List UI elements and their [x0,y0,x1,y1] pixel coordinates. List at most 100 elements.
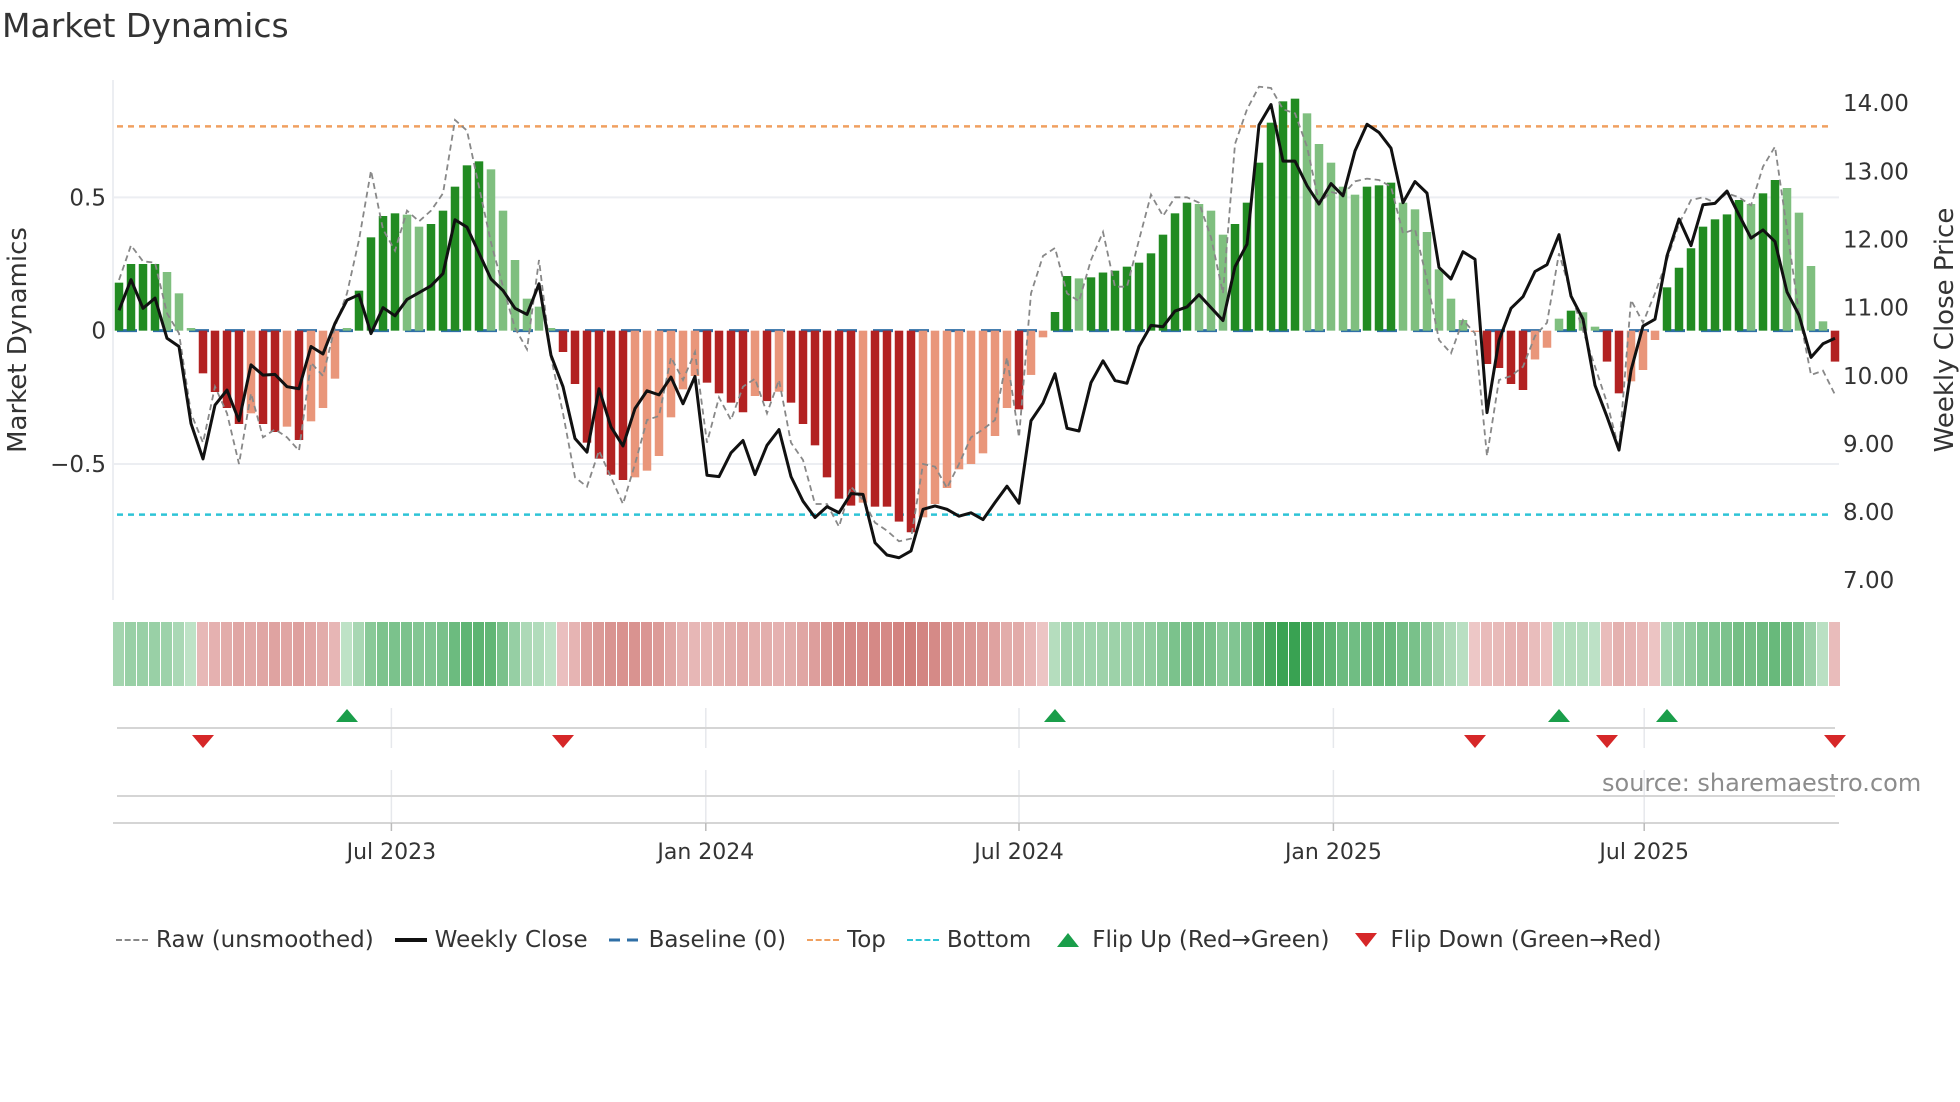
heat-strip-cell [1745,622,1756,686]
heat-strip-cell [245,622,256,686]
heat-strip-cell [173,622,184,686]
heat-strip-cell [1421,622,1432,686]
heat-strip-cell [1721,622,1732,686]
dynamics-bar [1374,185,1384,331]
heat-strip-cell [1649,622,1660,686]
chart-title: Market Dynamics [2,6,289,45]
heat-strip-cell [221,622,232,686]
axes: 0.5 0 −0.5 14.00 13.00 12.00 11.00 10.00 9.00 8.0… [50,91,1909,865]
dynamics-bar [966,330,976,464]
y2-tick-label: 14.00 [1843,91,1909,117]
heat-strip-cell [521,622,532,686]
heat-strip-cell [701,622,712,686]
y2-tick-label: 7.00 [1843,568,1894,594]
heat-strip-cell [689,622,700,686]
dynamics-bar [1830,330,1840,362]
legend-label: Top [847,927,886,953]
dynamics-bar [1554,318,1564,331]
dynamics-bar [1386,182,1396,331]
legend-label: Bottom [946,927,1032,953]
y-tick-label: 0 [91,319,106,345]
heat-strip-cell [593,622,604,686]
heat-strip-cell [125,622,136,686]
heat-strip-cell [317,622,328,686]
y-axis-label: Market Dynamics [3,227,33,453]
heat-strip-cell [1361,622,1372,686]
dynamics-bar [954,330,964,470]
heat-strip-cell [1337,622,1348,686]
flip-down-marker [1596,735,1618,748]
dynamics-bar [786,330,796,403]
heat-strip-cell [845,622,856,686]
dynamics-bar [366,237,376,331]
heat-strip-cell [1289,622,1300,686]
close-line-swatch [394,938,427,942]
dynamics-bar [1014,330,1024,410]
dynamics-bar [210,330,220,392]
legend-label: Weekly Close [434,927,588,953]
heat-strip-cell [725,622,736,686]
dynamics-bar [870,330,880,507]
heat-strip-cell [1133,622,1144,686]
heat-strip-cell [1313,622,1324,686]
dynamics-bar [798,330,808,424]
heat-strip-cell [161,622,172,686]
dynamics-bar [1566,310,1576,331]
dynamics-bar [642,330,652,471]
heat-strip-cell [1781,622,1792,686]
heat-strip-cell [473,622,484,686]
legend-item-raw: Raw (unsmoothed) [116,927,374,953]
heat-strip-cell [1001,622,1012,686]
dynamics-bar [174,293,184,331]
heat-strip [113,622,1840,686]
heat-strip-cell [1817,622,1828,686]
heat-strip-cell [1025,622,1036,686]
heat-strip-cell [929,622,940,686]
dynamics-bar [1722,214,1732,331]
heat-strip-cell [1517,622,1528,686]
dynamics-bar [918,330,928,518]
x-tick-label: Jul 2025 [1597,840,1689,865]
legend-label: Raw (unsmoothed) [156,927,374,953]
baseline-swatch [608,938,641,942]
heat-strip-cell [1121,622,1132,686]
dynamics-bar [1506,330,1516,384]
flip-up-marker [1548,709,1570,722]
legend-item-flip-up: Flip Up (Red→Green) [1052,927,1329,953]
heat-strip-cell [1565,622,1576,686]
heat-strip-cell [497,622,508,686]
heat-strip-cell [893,622,904,686]
heat-strip-cell [1145,622,1156,686]
heat-strip-cell [269,622,280,686]
flip-down-marker [1824,735,1846,748]
heat-strip-cell [1733,622,1744,686]
dynamics-bar [306,330,316,422]
heat-strip-cell [761,622,772,686]
dynamics-bar [726,330,736,403]
dynamics-bar [450,186,460,331]
heat-strip-cell [1469,622,1480,686]
dynamics-bar [282,330,292,427]
dynamics-bar [1674,267,1684,331]
dynamics-bar [1518,330,1528,390]
heat-strip-cell [377,622,388,686]
dynamics-bar [570,330,580,384]
heat-strip-cell [1769,622,1780,686]
flip-down-marker [1464,735,1486,748]
dynamics-bar [606,330,616,475]
dynamics-bar [978,330,988,454]
dynamics-bar [486,169,496,331]
heat-strip-cell [293,622,304,686]
flip-up-marker [1044,709,1066,722]
triangle-down-icon [1355,933,1378,947]
heat-strip-cell [1673,622,1684,686]
heat-strip-cell [1709,622,1720,686]
heat-strip-cell [1493,622,1504,686]
heat-strip-cell [857,622,868,686]
heat-strip-cell [1433,622,1444,686]
dynamics-bar [1074,278,1084,331]
heat-strip-cell [1349,622,1360,686]
heat-strip-cell [1097,622,1108,686]
heat-strip-cell [1601,622,1612,686]
dynamics-bar [1134,262,1144,331]
